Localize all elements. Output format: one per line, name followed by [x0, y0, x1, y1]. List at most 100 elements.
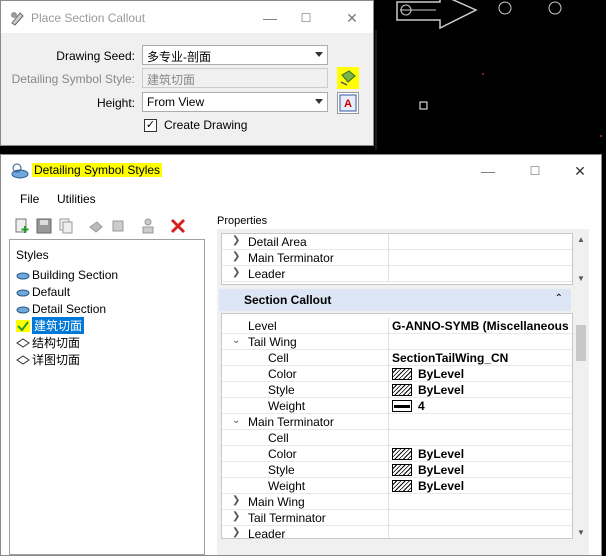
save-icon[interactable]	[35, 217, 53, 235]
detailing-symbol-styles-dialog: Detailing Symbol Styles — ☐ ✕ File Utili…	[0, 154, 602, 556]
line-style-icon	[392, 384, 412, 396]
tree-item-label: 详图切面	[32, 353, 81, 367]
height-dropdown[interactable]: From View	[142, 92, 328, 112]
chevron-right-icon: ❯	[232, 511, 241, 522]
tree-item-building-section[interactable]: Building Section	[16, 266, 118, 283]
property-key: Tail Wing	[248, 335, 297, 349]
property-key: Main Wing	[248, 495, 305, 509]
property-value: ByLevel	[418, 367, 465, 381]
style-action-icon[interactable]	[87, 217, 105, 235]
property-key: Weight	[268, 479, 306, 493]
local-style-icon	[16, 337, 30, 348]
property-key: Style	[268, 463, 295, 477]
property-key: Color	[268, 447, 297, 461]
section-title: Section Callout	[244, 293, 332, 307]
property-key: Leader	[248, 267, 286, 281]
window-title: Detailing Symbol Styles	[32, 163, 163, 177]
property-row-style[interactable]: Style ByLevel	[222, 462, 572, 478]
styles-label: Styles	[16, 248, 49, 262]
svg-text:A: A	[344, 98, 352, 110]
property-row-weight[interactable]: Weight ByLevel	[222, 478, 572, 494]
property-key: Color	[268, 367, 297, 381]
properties-scrollbar[interactable]: ▼	[575, 313, 587, 539]
property-value: 4	[418, 399, 425, 413]
tree-item-jiegou-qiemian[interactable]: 结构切面	[16, 334, 80, 351]
property-row-tail-terminator[interactable]: ❯ Tail Terminator	[222, 510, 572, 526]
property-key: Main Terminator	[248, 415, 334, 429]
tree-item-label: 建筑切面	[32, 317, 85, 334]
style-copy-icon[interactable]	[109, 217, 127, 235]
copy-icon[interactable]	[57, 217, 75, 235]
property-key: Leader	[248, 527, 286, 539]
style-icon	[16, 289, 30, 296]
minimize-button[interactable]: —	[257, 7, 283, 29]
tree-item-label: Building Section	[32, 267, 119, 282]
tree-item-jianzhu-qiemian[interactable]: 建筑切面	[16, 317, 85, 334]
create-drawing-label: Create Drawing	[164, 118, 248, 132]
property-row-main-terminator[interactable]: ⌄ Main Terminator	[222, 414, 572, 430]
hierarchy-icon[interactable]	[139, 217, 157, 235]
new-style-icon[interactable]	[13, 217, 31, 235]
property-row-cell[interactable]: Cell SectionTailWing_CN	[222, 350, 572, 366]
drawing-seed-dropdown[interactable]: 多专业-剖面	[142, 45, 328, 65]
tree-item-default[interactable]: Default	[16, 283, 70, 300]
window-title: Place Section Callout	[31, 11, 146, 25]
property-row-weight[interactable]: Weight 4	[222, 398, 572, 414]
delete-icon[interactable]	[169, 217, 187, 235]
menu-file[interactable]: File	[20, 192, 39, 206]
property-row[interactable]: ❯ Leader	[222, 266, 572, 282]
property-row[interactable]: ❯ Main Terminator	[222, 250, 572, 266]
edit-detailing-styles-button[interactable]	[337, 67, 359, 89]
tree-item-xiangtu-qiemian[interactable]: 详图切面	[16, 351, 80, 368]
menu-utilities[interactable]: Utilities	[57, 192, 96, 206]
active-style-check-icon	[16, 319, 30, 332]
section-callout-header[interactable]: Section Callout ⌃	[219, 289, 571, 311]
property-row-color[interactable]: Color ByLevel	[222, 366, 572, 382]
property-key: Cell	[268, 431, 289, 445]
style-icon	[16, 272, 30, 279]
maximize-button[interactable]: ☐	[522, 160, 548, 182]
drawing-seed-label: Drawing Seed:	[56, 49, 135, 63]
tree-item-detail-section[interactable]: Detail Section	[16, 300, 106, 317]
property-value: ByLevel	[418, 447, 465, 461]
maximize-button[interactable]: ☐	[293, 7, 319, 29]
scroll-up-icon[interactable]: ▲	[577, 235, 585, 244]
detailing-style-field: 建筑切面	[142, 68, 328, 88]
scrollbar-thumb[interactable]	[576, 325, 586, 361]
text-style-button[interactable]: A	[337, 92, 359, 114]
property-row-main-wing[interactable]: ❯ Main Wing	[222, 494, 572, 510]
color-swatch-icon	[392, 448, 412, 460]
chevron-right-icon: ❯	[232, 495, 241, 506]
property-row-level[interactable]: Level G-ANNO-SYMB (Miscellaneous	[222, 318, 572, 334]
property-row-leader[interactable]: ❯ Leader	[222, 526, 572, 539]
property-key: Weight	[268, 399, 306, 413]
close-button[interactable]: ✕	[339, 7, 365, 29]
property-key: Style	[268, 383, 295, 397]
scroll-down-icon[interactable]: ▼	[577, 528, 585, 537]
place-section-callout-dialog: Place Section Callout — ☐ ✕ Drawing Seed…	[0, 0, 374, 146]
property-row-style[interactable]: Style ByLevel	[222, 382, 572, 398]
title-bar[interactable]: Place Section Callout — ☐ ✕	[1, 1, 373, 33]
section-callout-grid: Level G-ANNO-SYMB (Miscellaneous ⌄ Tail …	[221, 313, 573, 539]
minimize-button[interactable]: —	[475, 160, 501, 182]
title-bar[interactable]: Detailing Symbol Styles — ☐ ✕	[1, 155, 601, 188]
scroll-down-icon[interactable]: ▼	[577, 274, 585, 283]
local-style-icon	[16, 354, 30, 365]
styles-toolbar	[9, 217, 205, 237]
property-row[interactable]: ❯ Detail Area	[222, 234, 572, 250]
property-key: Tail Terminator	[248, 511, 326, 525]
chevron-down-icon: ⌄	[232, 415, 241, 426]
property-row-color[interactable]: Color ByLevel	[222, 446, 572, 462]
styles-tree: Styles Building Section Default Detail S…	[9, 239, 205, 555]
top-grid-scrollbar[interactable]: ▲ ▼	[575, 233, 587, 285]
chevron-right-icon: ❯	[232, 235, 241, 246]
property-row-tail-wing[interactable]: ⌄ Tail Wing	[222, 334, 572, 350]
create-drawing-checkbox[interactable]: ✓	[144, 119, 157, 132]
line-weight-icon	[392, 400, 412, 412]
close-button[interactable]: ✕	[567, 160, 593, 182]
property-value: ByLevel	[418, 479, 465, 493]
detailing-style-icon	[340, 70, 356, 86]
property-value: ByLevel	[418, 383, 465, 397]
property-row-cell[interactable]: Cell	[222, 430, 572, 446]
color-swatch-icon	[392, 368, 412, 380]
